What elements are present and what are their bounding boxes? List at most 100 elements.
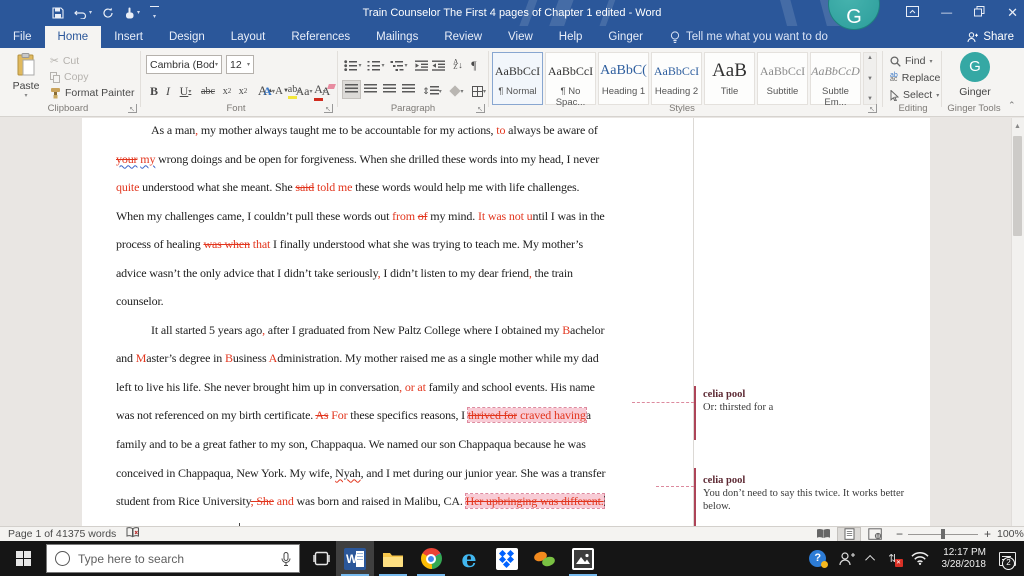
styles-dialog-launcher[interactable]: ↘ xyxy=(868,104,877,113)
tab-ginger[interactable]: Ginger xyxy=(595,26,656,48)
text-effects-button[interactable]: A ▾ xyxy=(258,81,280,101)
taskbar-word-app[interactable]: W xyxy=(336,541,374,576)
bullets-button[interactable]: ▾ xyxy=(343,55,363,75)
sync-error-icon[interactable]: ⇅ ✕ xyxy=(888,552,903,567)
align-right-button[interactable] xyxy=(381,81,398,98)
page-indicator[interactable]: Page 1 of 4 xyxy=(8,527,62,542)
document-line[interactable]: and Master’s degree in Business Administ… xyxy=(116,350,676,379)
collapse-ribbon-icon[interactable]: ⌃ xyxy=(1008,100,1016,111)
style--no-spac-[interactable]: AaBbCcI ¶ No Spac... xyxy=(545,52,596,108)
ginger-tools-button[interactable]: G Ginger xyxy=(946,52,1004,98)
justify-button[interactable] xyxy=(400,81,417,98)
font-dialog-launcher[interactable]: ↘ xyxy=(324,104,333,113)
font-size-select[interactable]: 12 ▾ xyxy=(226,55,254,74)
share-button[interactable]: Share xyxy=(967,26,1014,48)
tab-view[interactable]: View xyxy=(495,26,546,48)
document-line[interactable]: process of healing was when that I final… xyxy=(116,236,676,265)
align-left-button[interactable] xyxy=(342,80,361,99)
document-line[interactable]: counselor. xyxy=(116,293,676,322)
taskbar-clock[interactable]: 12:17 PM 3/28/2018 xyxy=(942,547,987,571)
word-count[interactable]: 1375 words xyxy=(62,527,116,542)
paragraph-dialog-launcher[interactable]: ↘ xyxy=(476,104,485,113)
align-center-button[interactable] xyxy=(362,81,379,98)
bold-button[interactable]: B xyxy=(148,81,160,101)
document-line[interactable]: When my challenges came, I couldn’t pull… xyxy=(116,208,676,237)
clipboard-dialog-launcher[interactable]: ↘ xyxy=(128,104,137,113)
microphone-icon[interactable] xyxy=(281,551,291,566)
zoom-slider-thumb[interactable] xyxy=(941,529,945,539)
web-layout-button[interactable] xyxy=(864,528,886,541)
tab-home[interactable]: Home xyxy=(44,26,102,48)
search-input[interactable]: Type here to search xyxy=(46,544,300,573)
decrease-indent-button[interactable] xyxy=(413,55,429,75)
numbering-button[interactable]: ▾ xyxy=(366,55,386,75)
tell-me-box[interactable]: Tell me what you want to do xyxy=(670,26,828,48)
taskbar-chat-app[interactable] xyxy=(526,541,564,576)
undo-icon[interactable]: ▾ xyxy=(74,8,92,19)
tab-help[interactable]: Help xyxy=(546,26,596,48)
zoom-in-button[interactable]: + xyxy=(984,527,991,542)
action-center-icon[interactable]: 2 xyxy=(999,551,1016,570)
copy-button[interactable]: Copy xyxy=(50,71,89,83)
font-color-button[interactable]: A ▾ xyxy=(309,81,331,101)
select-button[interactable]: Select ▾ xyxy=(890,89,939,101)
taskbar-dropbox[interactable] xyxy=(488,541,526,576)
sort-button[interactable]: A Z ↓ xyxy=(450,55,466,75)
document-line[interactable]: left to live his life. She never brought… xyxy=(116,379,676,408)
document-line[interactable]: conceived in Chappaqua, New York. My wif… xyxy=(116,465,676,494)
document-line[interactable]: your my wrong doings and be open for for… xyxy=(116,151,676,180)
style-title[interactable]: AaB Title xyxy=(704,52,755,105)
people-icon[interactable] xyxy=(839,551,856,566)
line-spacing-button[interactable]: ⇕ ▾ xyxy=(421,81,443,101)
document-line[interactable]: advice wasn’t the only advice that I did… xyxy=(116,265,676,294)
document-line[interactable]: student from Rice University, She and wa… xyxy=(116,493,676,522)
hidden-icons-chevron[interactable] xyxy=(865,554,876,565)
start-button[interactable] xyxy=(0,541,46,576)
document-text[interactable]: As a man, my mother always taught me to … xyxy=(116,122,676,550)
ribbon-display-options-icon[interactable] xyxy=(906,6,920,20)
borders-button[interactable]: ▾ xyxy=(469,81,489,101)
taskbar-photos[interactable] xyxy=(564,541,602,576)
wifi-icon[interactable] xyxy=(910,552,929,565)
tab-design[interactable]: Design xyxy=(156,26,218,48)
style-heading-2[interactable]: AaBbCcI Heading 2 xyxy=(651,52,702,105)
redo-icon[interactable] xyxy=(102,7,114,19)
print-layout-button[interactable] xyxy=(837,527,861,542)
styles-gallery-scroll[interactable]: ▲ ▼ ▼ xyxy=(863,52,877,105)
zoom-percentage[interactable]: 100% xyxy=(997,527,1024,542)
tab-insert[interactable]: Insert xyxy=(101,26,156,48)
document-line[interactable]: It all started 5 years ago, after I grad… xyxy=(116,322,676,351)
underline-button[interactable]: U ▾ xyxy=(176,81,195,101)
task-view-button[interactable] xyxy=(302,541,340,576)
style-subtitle[interactable]: AaBbCcI Subtitle xyxy=(757,52,808,105)
style--normal[interactable]: AaBbCcI ¶ Normal xyxy=(492,52,543,105)
close-button[interactable]: ✕ xyxy=(1007,5,1018,21)
style-subtle-em-[interactable]: AaBbCcD Subtle Em... xyxy=(810,52,861,108)
tab-references[interactable]: References xyxy=(278,26,363,48)
taskbar-chrome[interactable] xyxy=(412,541,450,576)
restore-button[interactable] xyxy=(974,6,985,20)
tab-review[interactable]: Review xyxy=(431,26,495,48)
minimize-button[interactable]: — xyxy=(941,7,952,19)
scrollbar-thumb[interactable] xyxy=(1013,136,1022,236)
increase-indent-button[interactable] xyxy=(430,55,446,75)
comment-balloon[interactable]: celia pool You don’t need to say this tw… xyxy=(703,474,921,513)
zoom-out-button[interactable]: − xyxy=(896,527,903,542)
italic-button[interactable]: I xyxy=(163,81,173,101)
taskbar-edge[interactable]: e xyxy=(450,541,488,576)
tab-mailings[interactable]: Mailings xyxy=(363,26,431,48)
highlight-color-button[interactable]: ab ▾ xyxy=(282,81,306,101)
read-mode-button[interactable] xyxy=(812,528,834,541)
style-heading-1[interactable]: AaBbC(Heading 1 xyxy=(598,52,649,105)
touch-mode-icon[interactable]: ▾ xyxy=(124,7,140,19)
scroll-up-arrow[interactable]: ▲ xyxy=(1012,120,1023,133)
comment-balloon[interactable]: celia pool Or: thirsted for a xyxy=(703,388,921,414)
cut-button[interactable]: ✂ Cut xyxy=(50,55,79,67)
shading-button[interactable]: ▾ xyxy=(447,81,467,101)
font-family-select[interactable]: Cambria (Bod) ▾ xyxy=(146,55,222,74)
tab-file[interactable]: File xyxy=(0,26,45,48)
find-button[interactable]: Find ▾ xyxy=(890,55,932,67)
save-icon[interactable] xyxy=(52,7,64,19)
get-help-icon[interactable]: ? xyxy=(809,550,829,568)
customize-qat-icon[interactable]: ▾ xyxy=(150,6,160,20)
